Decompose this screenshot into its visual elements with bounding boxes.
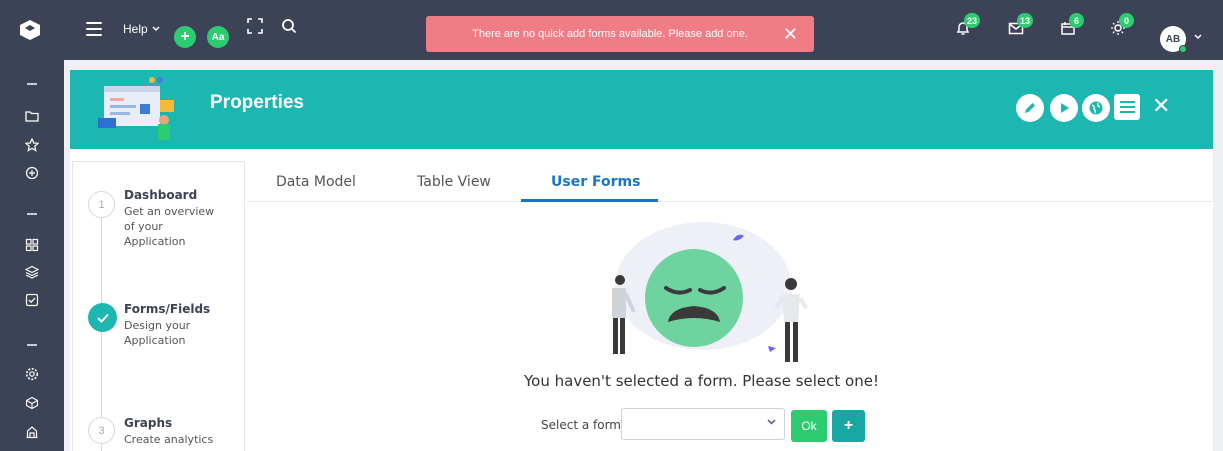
toast-close-button[interactable]: ✕ — [783, 25, 798, 43]
menu-icon[interactable] — [86, 22, 102, 36]
toast-notification: There are no quick add forms available. … — [426, 16, 814, 52]
header-illustration — [98, 77, 174, 140]
calendar-count-badge: 6 — [1069, 13, 1084, 28]
search-icon[interactable] — [281, 18, 297, 39]
settings-icon[interactable] — [24, 366, 40, 382]
edit-button[interactable] — [1016, 94, 1044, 122]
avatar-chevron-down-icon[interactable] — [1194, 32, 1202, 43]
tab-data-model[interactable]: Data Model — [276, 174, 356, 190]
font-size-button[interactable]: Aa — [207, 26, 229, 48]
left-sidebar — [0, 60, 64, 451]
step-2-description: Design your Application — [124, 319, 191, 347]
steps-panel: 1 Dashboard Get an overview of your Appl… — [72, 161, 245, 451]
grid-icon[interactable] — [24, 237, 40, 253]
play-icon — [1061, 103, 1069, 113]
star-icon[interactable] — [24, 137, 40, 153]
select-form-label: Select a form — [541, 418, 621, 432]
add-circle-icon[interactable] — [24, 165, 40, 181]
cube-icon[interactable] — [24, 395, 40, 411]
building-icon[interactable] — [24, 424, 40, 440]
help-menu[interactable]: Help — [123, 22, 160, 36]
layers-icon[interactable] — [24, 264, 40, 280]
globe-icon — [1089, 101, 1103, 115]
logo-icon — [20, 20, 40, 40]
avatar[interactable]: AB — [1160, 26, 1187, 53]
add-form-button[interactable]: + — [832, 410, 865, 442]
step-1-description: Get an overview of your Application — [124, 205, 215, 248]
theme-count-badge: 0 — [1119, 13, 1134, 28]
sidebar-divider — [27, 213, 37, 215]
message-count-badge: 13 — [1017, 13, 1034, 28]
folder-icon[interactable] — [24, 108, 40, 124]
page-title: Properties — [210, 92, 304, 113]
chevron-down-icon — [767, 417, 776, 428]
check-icon — [96, 313, 109, 323]
notifications-button[interactable]: 23 — [955, 13, 981, 41]
page-header: Properties ✕ — [70, 70, 1213, 149]
tab-bar: Data Model Table View User Forms — [247, 164, 1213, 202]
online-status-dot — [1179, 45, 1187, 53]
fullscreen-icon[interactable] — [247, 18, 263, 39]
active-tab-indicator — [521, 199, 658, 202]
ok-button[interactable]: Ok — [791, 410, 827, 442]
empty-state-illustration — [612, 222, 808, 362]
calendar-button[interactable]: 6 — [1060, 13, 1084, 41]
publish-button[interactable] — [1082, 94, 1110, 122]
select-form-dropdown[interactable] — [621, 408, 785, 440]
step-3-title[interactable]: Graphs — [124, 416, 172, 430]
close-button[interactable]: ✕ — [1152, 92, 1170, 120]
pencil-icon — [1025, 103, 1035, 113]
step-1-number: 1 — [88, 191, 115, 218]
quick-add-button[interactable]: + — [174, 26, 196, 48]
help-label: Help — [123, 22, 148, 36]
chevron-down-icon — [152, 26, 160, 32]
empty-state-message: You haven't selected a form. Please sele… — [524, 372, 879, 390]
sidebar-divider — [27, 344, 37, 346]
app-logo[interactable] — [0, 0, 60, 60]
run-button[interactable] — [1050, 94, 1078, 122]
tab-user-forms[interactable]: User Forms — [551, 174, 640, 190]
checkbox-icon[interactable] — [24, 292, 40, 308]
tab-table-view[interactable]: Table View — [417, 174, 491, 190]
theme-button[interactable]: 0 — [1110, 13, 1134, 41]
step-2-title[interactable]: Forms/Fields — [124, 302, 210, 316]
messages-button[interactable]: 13 — [1008, 13, 1034, 41]
sidebar-divider — [27, 83, 37, 85]
avatar-initials: AB — [1165, 33, 1181, 45]
toast-message: There are no quick add forms available. … — [472, 28, 748, 40]
step-3-description: Create analytics — [124, 433, 214, 446]
step-3-number: 3 — [88, 417, 115, 444]
step-2-check — [88, 303, 117, 332]
list-menu-button[interactable] — [1114, 94, 1140, 120]
step-1-title[interactable]: Dashboard — [124, 188, 197, 202]
notification-count-badge: 23 — [964, 13, 981, 28]
